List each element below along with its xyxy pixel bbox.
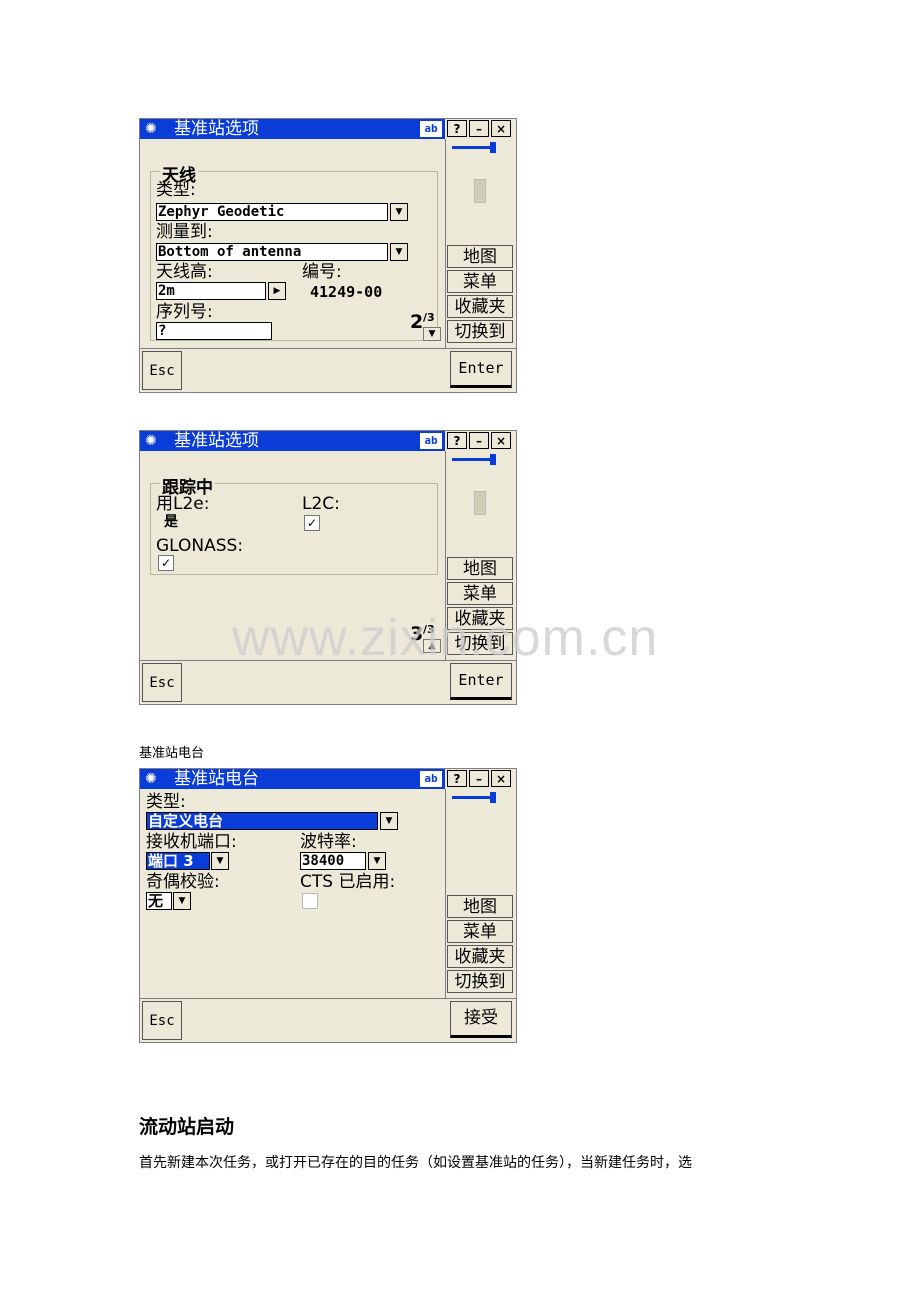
power-plug-icon [452, 142, 496, 153]
receiver-icon [474, 179, 486, 203]
map-button[interactable]: 地图 [447, 895, 513, 918]
radio-type-select[interactable]: 自定义电台 [146, 812, 378, 830]
power-plug-icon [452, 792, 496, 803]
l2e-value[interactable]: 是 [164, 513, 178, 532]
window-buttons: ? – × [447, 770, 516, 789]
title-bar: ✺ 基准站电台 ab [140, 769, 445, 789]
help-button[interactable]: ? [447, 770, 467, 787]
esc-button[interactable]: Esc [142, 1001, 182, 1040]
serial-input[interactable]: ? [156, 322, 272, 340]
antenna-type-select[interactable]: Zephyr Geodetic [156, 203, 388, 221]
cts-label: CTS 已启用: [300, 872, 396, 892]
close-button[interactable]: × [491, 120, 511, 137]
body-paragraph: 首先新建本次任务，或打开已存在的目的任务（如设置基准站的任务），当新建任务时，选 [139, 1155, 692, 1171]
menu-button[interactable]: 菜单 [447, 582, 513, 605]
glonass-label: GLONASS: [156, 536, 244, 556]
chevron-down-icon[interactable]: ▼ [211, 852, 229, 870]
receiver-port-select[interactable]: 端口 3 [146, 852, 210, 870]
page-indicator[interactable]: 2 /3 ▼ [408, 311, 441, 341]
title-bar: ✺ 基准站选项 ab [140, 119, 445, 139]
antenna-height-input[interactable]: 2m [156, 282, 266, 300]
bottom-bar: Esc Enter [140, 348, 516, 392]
switch-to-button[interactable]: 切换到 [447, 320, 513, 343]
window-title: 基准站选项 [174, 119, 259, 139]
glonass-checkbox[interactable]: ✓ [158, 555, 174, 571]
app-logo-icon: ✺ [145, 771, 157, 787]
minimize-button[interactable]: – [469, 770, 489, 787]
window-buttons: ? – × [447, 432, 516, 451]
map-button[interactable]: 地图 [447, 245, 513, 268]
parity-select[interactable]: 无 [146, 892, 172, 910]
chevron-down-icon[interactable]: ▼ [380, 812, 398, 830]
menu-button[interactable]: 菜单 [447, 920, 513, 943]
menu-button[interactable]: 菜单 [447, 270, 513, 293]
minimize-button[interactable]: – [469, 120, 489, 137]
window-title: 基准站电台 [174, 769, 259, 789]
window-buttons: ? – × [447, 120, 516, 139]
power-plug-icon [452, 454, 496, 465]
measure-to-select[interactable]: Bottom of antenna [156, 243, 388, 261]
input-mode-badge[interactable]: ab [420, 433, 442, 449]
input-mode-badge[interactable]: ab [420, 771, 442, 787]
esc-button[interactable]: Esc [142, 663, 182, 702]
app-logo-icon: ✺ [145, 121, 157, 137]
close-button[interactable]: × [491, 770, 511, 787]
help-button[interactable]: ? [447, 432, 467, 449]
baud-rate-label: 波特率: [300, 832, 357, 852]
section-heading: 流动站启动 [139, 1116, 235, 1138]
switch-to-button[interactable]: 切换到 [447, 970, 513, 993]
chevron-down-icon[interactable]: ▼ [368, 852, 386, 870]
favorites-button[interactable]: 收藏夹 [447, 295, 513, 318]
minimize-button[interactable]: – [469, 432, 489, 449]
map-button[interactable]: 地图 [447, 557, 513, 580]
chevron-down-icon[interactable]: ▼ [390, 243, 408, 261]
bottom-bar: Esc 接受 [140, 998, 516, 1042]
chevron-down-icon[interactable]: ▼ [390, 203, 408, 221]
type-label: 类型: [156, 180, 196, 200]
watermark: www.zixin.com.cn [232, 609, 659, 667]
help-button[interactable]: ? [447, 120, 467, 137]
parity-label: 奇偶校验: [146, 872, 220, 892]
l2c-checkbox[interactable]: ✓ [304, 515, 320, 531]
serial-label: 序列号: [156, 302, 213, 322]
accept-button[interactable]: 接受 [450, 1001, 512, 1038]
input-mode-badge[interactable]: ab [420, 121, 442, 137]
receiver-icon [474, 491, 486, 515]
close-button[interactable]: × [491, 432, 511, 449]
l2c-label: L2C: [302, 494, 340, 514]
app-logo-icon: ✺ [145, 433, 157, 449]
screenshot-antenna-options: ✺ 基准站选项 ab ? – × 天线 类型: Zephyr Geodetic … [139, 118, 517, 393]
enter-button[interactable]: Enter [450, 663, 512, 700]
part-number-label: 编号: [302, 262, 342, 282]
side-panel: 地图 菜单 收藏夹 切换到 [445, 139, 516, 348]
title-bar: ✺ 基准站选项 ab [140, 431, 445, 451]
chevron-down-icon[interactable]: ▼ [173, 892, 191, 910]
side-panel: 地图 菜单 收藏夹 切换到 [445, 789, 516, 998]
favorites-button[interactable]: 收藏夹 [447, 945, 513, 968]
antenna-height-label: 天线高: [156, 262, 213, 282]
l2e-label: 用L2e: [156, 494, 210, 514]
screenshot-base-radio: ✺ 基准站电台 ab ? – × 类型: 自定义电台 ▼ 接收机端口: 波特率:… [139, 768, 517, 1043]
part-number-value: 41249-00 [310, 283, 383, 301]
measure-label: 测量到: [156, 222, 213, 242]
arrow-right-icon[interactable]: ▶ [268, 282, 286, 300]
receiver-port-label: 接收机端口: [146, 832, 237, 852]
caption-radio: 基准站电台 [139, 746, 205, 761]
baud-rate-select[interactable]: 38400 [300, 852, 366, 870]
esc-button[interactable]: Esc [142, 351, 182, 390]
enter-button[interactable]: Enter [450, 351, 512, 388]
chevron-down-icon[interactable]: ▼ [423, 327, 441, 341]
window-title: 基准站选项 [174, 431, 259, 451]
cts-checkbox[interactable] [302, 893, 318, 909]
radio-type-label: 类型: [146, 792, 186, 812]
